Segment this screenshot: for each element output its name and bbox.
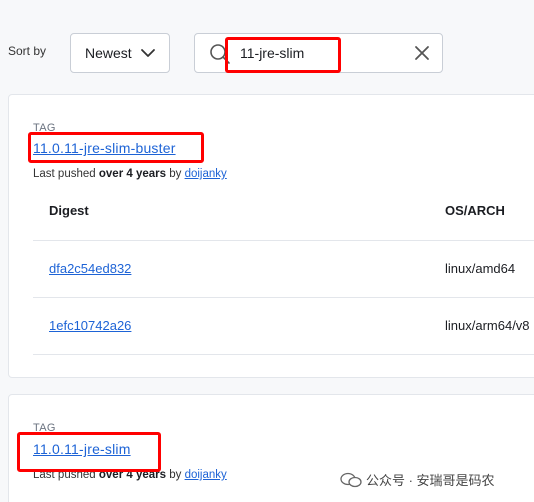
os-arch-value: linux/amd64	[445, 261, 516, 276]
wechat-icon	[340, 472, 362, 487]
pushed-age: over 4 years	[98, 168, 167, 180]
search-highlight-box	[225, 37, 341, 73]
sort-value: Newest	[85, 45, 132, 61]
pushed-by: by	[169, 168, 182, 180]
sort-select[interactable]: Newest	[70, 33, 170, 73]
chevron-down-icon	[141, 49, 155, 57]
tag-highlight-box	[17, 432, 161, 472]
sort-label: Sort by	[8, 44, 47, 58]
user-link[interactable]: doijanky	[185, 469, 227, 481]
digest-link[interactable]: dfa2c54ed832	[49, 261, 131, 276]
os-arch-value: linux/arm64/v8	[445, 318, 530, 333]
tag-highlight-box	[28, 132, 204, 163]
pushed-prefix: Last pushed	[33, 168, 96, 180]
column-header-os-arch: OS/ARCH	[445, 203, 505, 218]
last-pushed: Last pushed over 4 years by doijanky	[33, 168, 227, 180]
digest-link[interactable]: 1efc10742a26	[49, 318, 131, 333]
pushed-by: by	[169, 469, 182, 481]
divider	[33, 240, 534, 241]
divider	[33, 354, 534, 355]
divider	[33, 297, 534, 298]
close-icon[interactable]	[414, 45, 430, 61]
column-header-digest: Digest	[49, 203, 89, 218]
watermark: 公众号 · 安瑞哥是码农	[340, 470, 495, 489]
page: Sort by Newest 11-jre-slim TAG 11.0.11-j…	[0, 0, 534, 502]
watermark-text: 公众号 · 安瑞哥是码农	[366, 473, 495, 488]
user-link[interactable]: doijanky	[185, 168, 227, 180]
